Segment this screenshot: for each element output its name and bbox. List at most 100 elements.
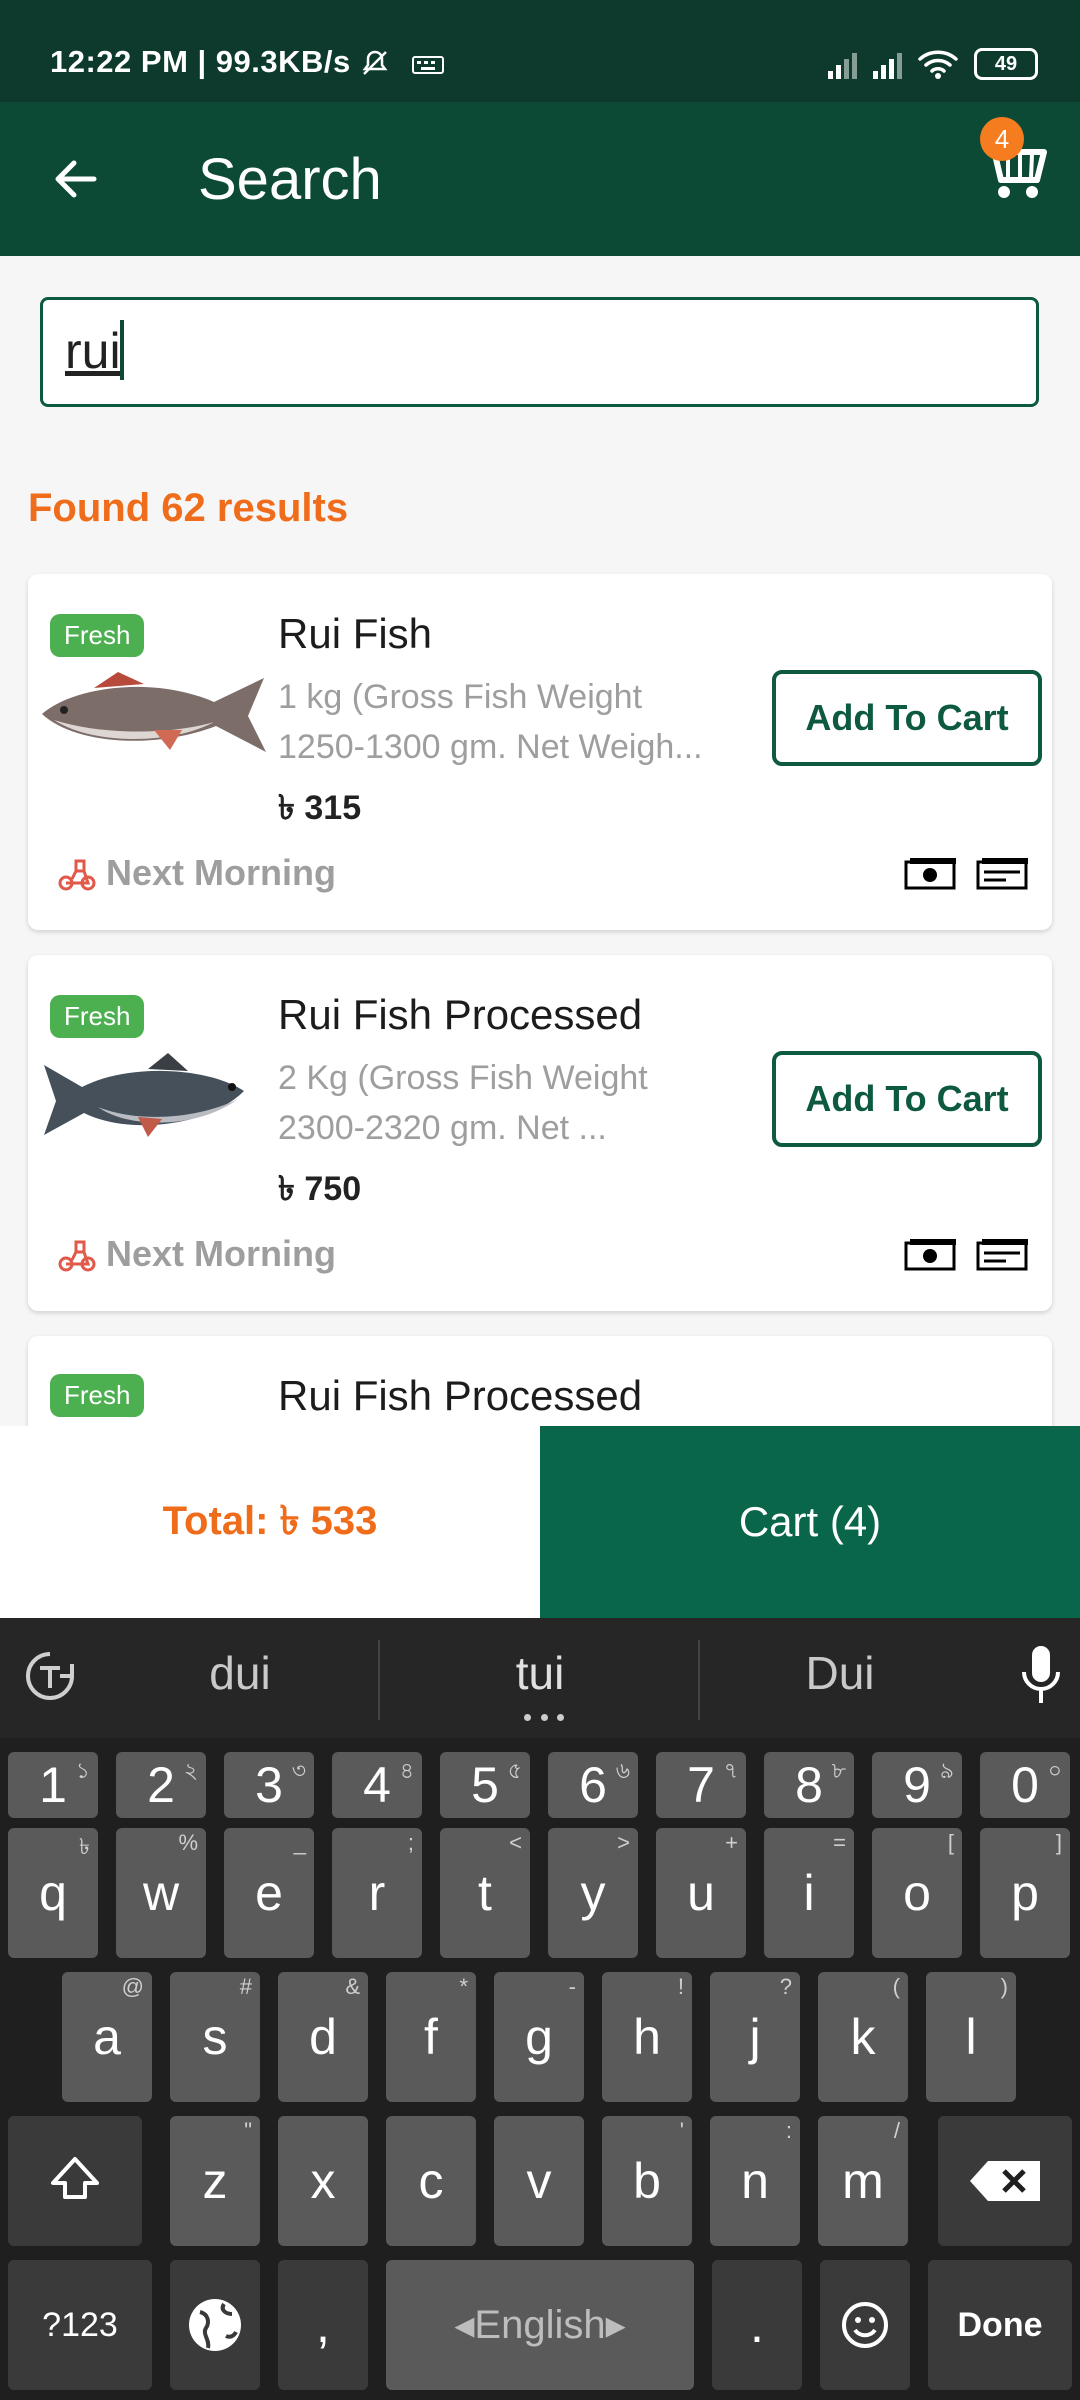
delivery-info: Next Morning — [58, 852, 336, 894]
key-x[interactable]: x — [278, 2116, 368, 2246]
key-0[interactable]: 0০ — [980, 1752, 1070, 1818]
key-secondary-label: ? — [779, 1974, 792, 1999]
search-input[interactable]: rui — [40, 297, 1039, 407]
key-8[interactable]: 8৮ — [764, 1752, 854, 1818]
shift-key[interactable] — [8, 2116, 142, 2246]
key-5[interactable]: 5৫ — [440, 1752, 530, 1818]
key-n[interactable]: n: — [710, 2116, 800, 2246]
status-bar: 12:22 PM | 99.3KB/s 49 — [0, 0, 1080, 102]
mute-notification-icon — [362, 50, 388, 75]
key-2[interactable]: 2২ — [116, 1752, 206, 1818]
key-label: . — [750, 2297, 764, 2353]
key-label: s — [202, 2009, 228, 2065]
search-input-value: rui — [65, 323, 121, 379]
description-line: 1250-1300 gm. Net Weigh... — [278, 728, 703, 766]
space-key[interactable]: ◂English▸ — [386, 2260, 694, 2390]
cart-total: Total: ৳ 533 — [0, 1426, 540, 1618]
symbols-key[interactable]: ?123 — [8, 2260, 152, 2390]
key-i[interactable]: i = — [764, 1828, 854, 1958]
period-key[interactable]: . — [712, 2260, 802, 2390]
key-o[interactable]: o[ — [872, 1828, 962, 1958]
product-card[interactable]: Fresh Rui Fish 1 kg (Gross Fish Weight 1… — [28, 574, 1052, 930]
key-6[interactable]: 6৬ — [548, 1752, 638, 1818]
text-cursor — [120, 320, 124, 380]
key-secondary-label: ২ — [183, 1758, 198, 1783]
key-l[interactable]: l) — [926, 1972, 1016, 2102]
key-w[interactable]: w% — [116, 1828, 206, 1958]
key-secondary-label: ৪ — [399, 1758, 414, 1783]
status-time: 12:22 PM | 99.3KB/s — [50, 44, 351, 79]
key-secondary-label: ৯ — [939, 1758, 954, 1783]
key-secondary-label: # — [239, 1974, 252, 1999]
key-secondary-label: ) — [1000, 1974, 1008, 1999]
key-7[interactable]: 7৭ — [656, 1752, 746, 1818]
key-y[interactable]: y > — [548, 1828, 638, 1958]
key-4[interactable]: 4৪ — [332, 1752, 422, 1818]
key-secondary-label: / — [893, 2118, 900, 2143]
key-c[interactable]: c — [386, 2116, 476, 2246]
key-q[interactable]: q ৳ — [8, 1828, 98, 1958]
add-to-cart-button[interactable]: Add To Cart — [772, 670, 1042, 766]
key-p[interactable]: p] — [980, 1828, 1070, 1958]
done-key[interactable]: Done — [928, 2260, 1072, 2390]
key-u[interactable]: u + — [656, 1828, 746, 1958]
backspace-key[interactable] — [938, 2116, 1072, 2246]
key-s[interactable]: s # — [170, 1972, 260, 2102]
key-3[interactable]: 3৩ — [224, 1752, 314, 1818]
key-label: k — [850, 2009, 876, 2065]
key-d[interactable]: d & — [278, 1972, 368, 2102]
key-label: h — [633, 2009, 661, 2065]
delivery-text: Next Morning — [106, 852, 336, 893]
key-label: Done — [957, 2305, 1043, 2344]
wifi-icon — [918, 50, 958, 79]
key-secondary-label: ৫ — [507, 1758, 522, 1783]
key-label: 9 — [903, 1757, 931, 1813]
suggestion-item[interactable]: Dui — [690, 1646, 990, 1700]
key-label: o — [903, 1865, 931, 1921]
suggestion-item[interactable]: tui — [390, 1646, 690, 1700]
key-v[interactable]: v — [494, 2116, 584, 2246]
key-r[interactable]: r; — [332, 1828, 422, 1958]
divider — [378, 1640, 380, 1720]
key-b[interactable]: b ' — [602, 2116, 692, 2246]
key-g[interactable]: g- — [494, 1972, 584, 2102]
add-to-cart-button[interactable]: Add To Cart — [772, 1051, 1042, 1147]
delivery-scooter-icon — [58, 859, 96, 891]
key-a[interactable]: a @ — [62, 1972, 152, 2102]
key-h[interactable]: h! — [602, 1972, 692, 2102]
more-suggestions-dots[interactable] — [524, 1714, 564, 1722]
cart-button[interactable]: Cart (4) — [540, 1426, 1080, 1618]
key-k[interactable]: k( — [818, 1972, 908, 2102]
status-right: 49 — [828, 44, 1038, 84]
key-z[interactable]: z " — [170, 2116, 260, 2246]
text-tool-icon[interactable] — [24, 1650, 76, 1702]
key-9[interactable]: 9৯ — [872, 1752, 962, 1818]
key-label: r — [368, 1865, 386, 1921]
signal-icon — [873, 49, 902, 79]
product-name: Rui Fish Processed — [278, 1372, 643, 1419]
key-secondary-label: " — [244, 2118, 252, 2143]
key-secondary-label: + — [725, 1830, 738, 1855]
key-label: u — [687, 1865, 715, 1921]
key-secondary-label: ! — [677, 1974, 684, 1999]
back-arrow-icon[interactable] — [50, 154, 100, 204]
key-e[interactable]: e _ — [224, 1828, 314, 1958]
suggestion-item[interactable]: dui — [90, 1646, 390, 1700]
key-label: 5 — [471, 1757, 499, 1813]
product-description: 2 Kg (Gross Fish Weight 2300-2320 gm. Ne… — [278, 1053, 718, 1153]
key-f[interactable]: f * — [386, 1972, 476, 2102]
key-1[interactable]: 1১ — [8, 1752, 98, 1818]
key-j[interactable]: j? — [710, 1972, 800, 2102]
key-secondary-label: ৳ — [79, 1834, 90, 1859]
key-t[interactable]: t < — [440, 1828, 530, 1958]
emoji-key[interactable] — [820, 2260, 910, 2390]
comma-key[interactable]: , — [278, 2260, 368, 2390]
key-m[interactable]: m / — [818, 2116, 908, 2246]
key-label: 8 — [795, 1757, 823, 1813]
key-label: 7 — [687, 1757, 715, 1813]
language-key[interactable] — [170, 2260, 260, 2390]
microphone-icon[interactable] — [1018, 1644, 1064, 1710]
product-card[interactable]: Fresh Rui Fish Processed 2 Kg (Gross Fis… — [28, 955, 1052, 1311]
key-secondary-label: < — [509, 1830, 522, 1855]
key-secondary-label: ১ — [75, 1758, 90, 1783]
